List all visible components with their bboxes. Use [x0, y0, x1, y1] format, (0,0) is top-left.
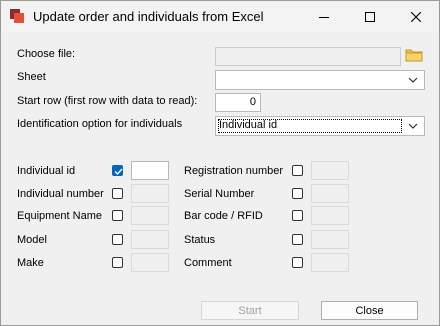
field-label-serial-number: Serial Number — [184, 188, 255, 200]
field-label-bar-code-rfid: Bar code / RFID — [184, 210, 263, 222]
checkbox-make[interactable] — [112, 257, 123, 268]
column-input-registration-number — [311, 161, 349, 180]
checkbox-status[interactable] — [292, 234, 303, 245]
dialog-window: Update order and individuals from Excel … — [0, 0, 440, 326]
field-label-status: Status — [184, 234, 216, 246]
checkbox-registration-number[interactable] — [292, 165, 303, 176]
identification-option-value: Individual id — [219, 119, 278, 131]
sheet-dropdown[interactable] — [215, 70, 425, 90]
minimize-button[interactable] — [301, 1, 347, 32]
checkbox-serial-number[interactable] — [292, 188, 303, 199]
field-label-equipment-name: Equipment Name — [17, 210, 102, 222]
chevron-down-icon — [408, 77, 418, 83]
field-label-model: Model — [17, 234, 47, 246]
column-input-model — [131, 230, 169, 249]
sheet-label: Sheet — [17, 71, 46, 83]
field-label-registration-number: Registration number — [184, 165, 284, 177]
folder-icon — [405, 49, 423, 62]
browse-folder-button[interactable] — [405, 47, 423, 63]
checkbox-comment[interactable] — [292, 257, 303, 268]
column-input-serial-number — [311, 184, 349, 203]
chevron-down-icon — [408, 123, 418, 129]
column-input-status — [311, 230, 349, 249]
field-label-make: Make — [17, 257, 44, 269]
maximize-button[interactable] — [347, 1, 393, 32]
column-input-make — [131, 253, 169, 272]
maximize-icon — [365, 11, 375, 22]
column-input-bar-code-rfid — [311, 206, 349, 225]
identification-option-dropdown[interactable]: Individual id — [215, 116, 425, 136]
field-label-individual-id: Individual id — [17, 165, 76, 177]
checkmark-icon — [114, 168, 123, 176]
field-label-individual-number: Individual number — [17, 188, 104, 200]
start-row-input[interactable]: 0 — [215, 93, 261, 112]
checkbox-bar-code-rfid[interactable] — [292, 210, 303, 221]
identification-option-label: Identification option for individuals — [17, 118, 183, 130]
checkbox-model[interactable] — [112, 234, 123, 245]
start-button[interactable]: Start — [201, 301, 299, 320]
file-path-field — [215, 47, 401, 66]
start-row-value: 0 — [249, 96, 256, 108]
choose-file-label: Choose file: — [17, 48, 76, 60]
column-input-individual-number — [131, 184, 169, 203]
close-button[interactable]: Close — [321, 301, 418, 320]
title-bar[interactable]: Update order and individuals from Excel — [1, 1, 439, 32]
close-window-button[interactable] — [393, 1, 439, 32]
checkbox-individual-number[interactable] — [112, 188, 123, 199]
window-title: Update order and individuals from Excel — [33, 9, 264, 24]
minimize-icon — [319, 16, 329, 18]
start-row-label: Start row (first row with data to read): — [17, 95, 198, 107]
column-input-individual-id[interactable] — [131, 161, 169, 180]
close-icon — [411, 11, 421, 22]
field-label-comment: Comment — [184, 257, 232, 269]
app-icon — [10, 9, 24, 23]
column-input-comment — [311, 253, 349, 272]
checkbox-equipment-name[interactable] — [112, 210, 123, 221]
checkbox-individual-id[interactable] — [112, 165, 123, 176]
column-input-equipment-name — [131, 206, 169, 225]
